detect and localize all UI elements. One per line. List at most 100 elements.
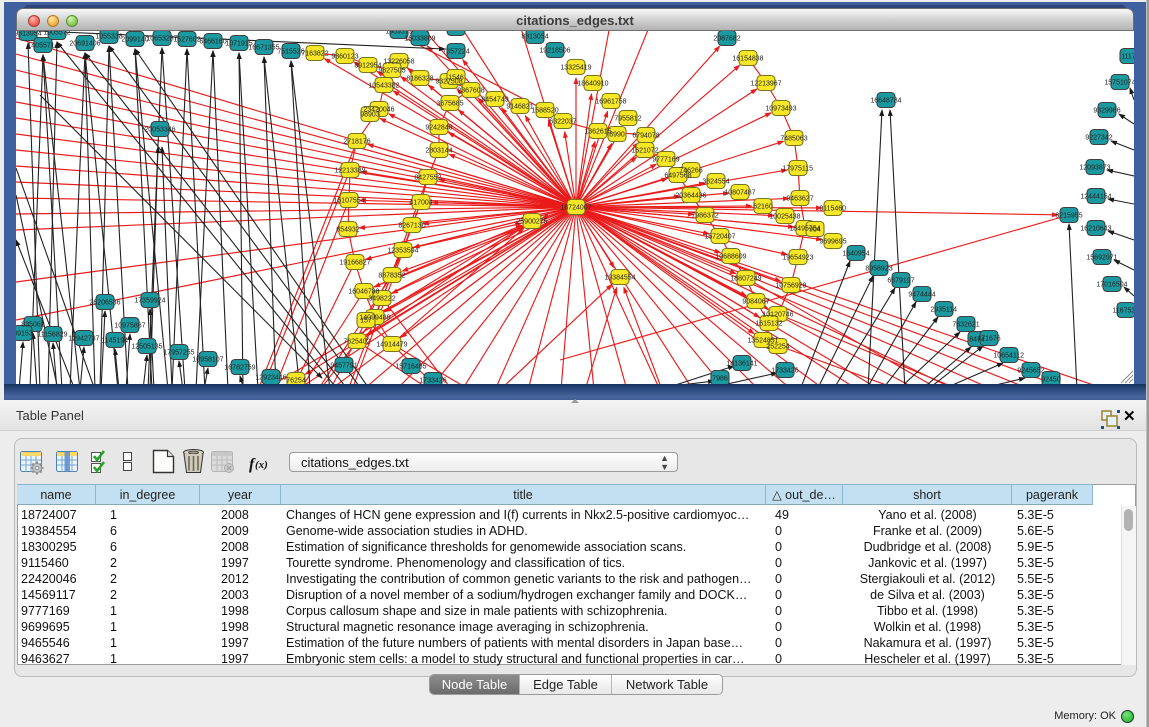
- svg-text:8813054: 8813054: [521, 34, 548, 41]
- svg-text:8186328: 8186328: [406, 76, 433, 83]
- svg-text:9245652: 9245652: [1017, 368, 1044, 375]
- svg-text:16210643: 16210643: [1080, 226, 1111, 233]
- svg-text:8454749: 8454749: [481, 97, 508, 104]
- svg-text:471676: 471676: [977, 336, 1000, 343]
- svg-text:1615132: 1615132: [755, 321, 782, 328]
- svg-text:9329966: 9329966: [1093, 108, 1120, 115]
- svg-text:654932: 654932: [336, 227, 359, 234]
- svg-text:8990: 8990: [609, 132, 625, 139]
- svg-text:7625402: 7625402: [343, 339, 370, 346]
- svg-text:2087682: 2087682: [713, 36, 740, 43]
- svg-text:10543382: 10543382: [368, 83, 399, 90]
- svg-text:8215955: 8215955: [1055, 213, 1082, 220]
- svg-text:9463627: 9463627: [786, 196, 813, 203]
- svg-text:19218506: 19218506: [539, 48, 570, 55]
- svg-text:6679197: 6679197: [887, 278, 914, 285]
- svg-text:8878352: 8878352: [378, 273, 405, 280]
- svg-text:14914479: 14914479: [376, 342, 407, 349]
- svg-text:8267130: 8267130: [398, 223, 425, 230]
- svg-text:20364436: 20364436: [675, 193, 706, 200]
- svg-text:904: 904: [809, 227, 821, 234]
- svg-text:6322037: 6322037: [549, 119, 576, 126]
- svg-text:92450: 92450: [1041, 377, 1061, 384]
- svg-text:7955812: 7955812: [614, 116, 641, 123]
- svg-text:9457791: 9457791: [330, 363, 357, 370]
- svg-text:252254: 252254: [766, 344, 789, 351]
- svg-text:7986372: 7986372: [691, 213, 718, 220]
- svg-text:7163822: 7163822: [301, 51, 328, 58]
- svg-text:7357224: 7357224: [442, 49, 469, 56]
- svg-text:13325419: 13325419: [560, 65, 591, 72]
- svg-text:2718176: 2718176: [343, 139, 370, 146]
- svg-text:10120746: 10120746: [762, 312, 793, 319]
- svg-text:3498222: 3498222: [368, 296, 395, 303]
- svg-text:(x): (x): [255, 459, 268, 471]
- svg-text:15720407: 15720407: [704, 234, 735, 241]
- svg-text:12213967: 12213967: [750, 81, 781, 88]
- svg-text:6794078: 6794078: [632, 133, 659, 140]
- svg-text:14136141: 14136141: [726, 361, 757, 368]
- svg-text:12213389: 12213389: [334, 168, 365, 175]
- svg-text:9146821: 9146821: [506, 104, 533, 111]
- svg-text:6497568: 6497568: [664, 173, 691, 180]
- svg-text:19166827: 19166827: [339, 260, 370, 267]
- svg-text:98903: 98903: [360, 112, 380, 119]
- svg-text:15751074: 15751074: [1104, 80, 1135, 87]
- svg-text:1167533: 1167533: [1112, 308, 1139, 315]
- svg-text:18807249: 18807249: [730, 276, 761, 283]
- svg-text:1362615: 1362615: [584, 129, 611, 136]
- svg-text:9115460: 9115460: [819, 206, 846, 213]
- svg-text:1117: 1117: [1121, 54, 1136, 61]
- svg-text:417004: 417004: [409, 200, 432, 207]
- svg-text:2935114: 2935114: [930, 307, 957, 314]
- svg-text:1733426: 1733426: [419, 378, 446, 385]
- svg-text:13226058: 13226058: [383, 59, 414, 66]
- svg-text:9699695: 9699695: [819, 239, 846, 246]
- svg-text:1546: 1546: [448, 75, 464, 82]
- svg-text:9860123: 9860123: [331, 54, 358, 61]
- svg-text:9777169: 9777169: [652, 157, 679, 164]
- svg-text:3824554: 3824554: [702, 179, 729, 186]
- svg-text:12444154: 12444154: [1080, 194, 1111, 201]
- svg-text:8427552: 8427552: [414, 175, 441, 182]
- svg-text:25900275: 25900275: [516, 219, 547, 226]
- svg-text:9227342: 9227342: [1085, 135, 1112, 142]
- svg-text:16033809: 16033809: [404, 36, 435, 43]
- svg-text:10756928: 10756928: [775, 283, 806, 290]
- svg-text:10973493: 10973493: [765, 106, 796, 113]
- svg-text:18640910: 18640910: [577, 81, 608, 88]
- svg-text:10688609: 10688609: [715, 254, 746, 261]
- svg-text:12353594: 12353594: [387, 248, 418, 255]
- svg-text:7485063: 7485063: [780, 136, 807, 143]
- svg-text:1640954: 1640954: [842, 251, 869, 258]
- svg-text:9827505: 9827505: [378, 68, 405, 75]
- svg-text:10807487: 10807487: [724, 190, 755, 197]
- svg-text:17016504: 17016504: [1096, 282, 1127, 289]
- svg-text:157: 157: [360, 318, 372, 325]
- svg-text:19384554: 19384554: [604, 275, 635, 282]
- svg-text:1733426: 1733426: [771, 368, 798, 375]
- svg-text:7986: 7986: [712, 376, 728, 383]
- svg-text:18724007: 18724007: [560, 205, 591, 212]
- svg-text:7632621: 7632621: [952, 322, 979, 329]
- svg-text:1621072: 1621072: [631, 148, 658, 155]
- svg-text:8958923: 8958923: [865, 266, 892, 273]
- svg-text:12093873: 12093873: [1079, 165, 1110, 172]
- svg-text:17975115: 17975115: [782, 166, 813, 173]
- svg-text:1588520: 1588520: [531, 108, 558, 115]
- svg-text:2803144: 2803144: [425, 148, 452, 155]
- svg-text:16046788: 16046788: [348, 289, 379, 296]
- svg-text:62160: 62160: [753, 204, 773, 211]
- svg-text:15692971: 15692971: [1086, 255, 1117, 262]
- svg-text:16107554: 16107554: [333, 198, 364, 205]
- svg-text:2367608: 2367608: [457, 88, 484, 95]
- svg-text:10654112: 10654112: [993, 353, 1024, 360]
- svg-text:9474444: 9474444: [908, 292, 935, 299]
- svg-text:3675685: 3675685: [436, 101, 463, 108]
- svg-text:9242848: 9242848: [425, 125, 452, 132]
- svg-text:9084067: 9084067: [742, 299, 769, 306]
- svg-text:16961758: 16961758: [595, 99, 626, 106]
- svg-text:10025438: 10025438: [769, 214, 800, 221]
- svg-text:15716485: 15716485: [395, 364, 426, 371]
- svg-text:19654923: 19654923: [782, 255, 813, 262]
